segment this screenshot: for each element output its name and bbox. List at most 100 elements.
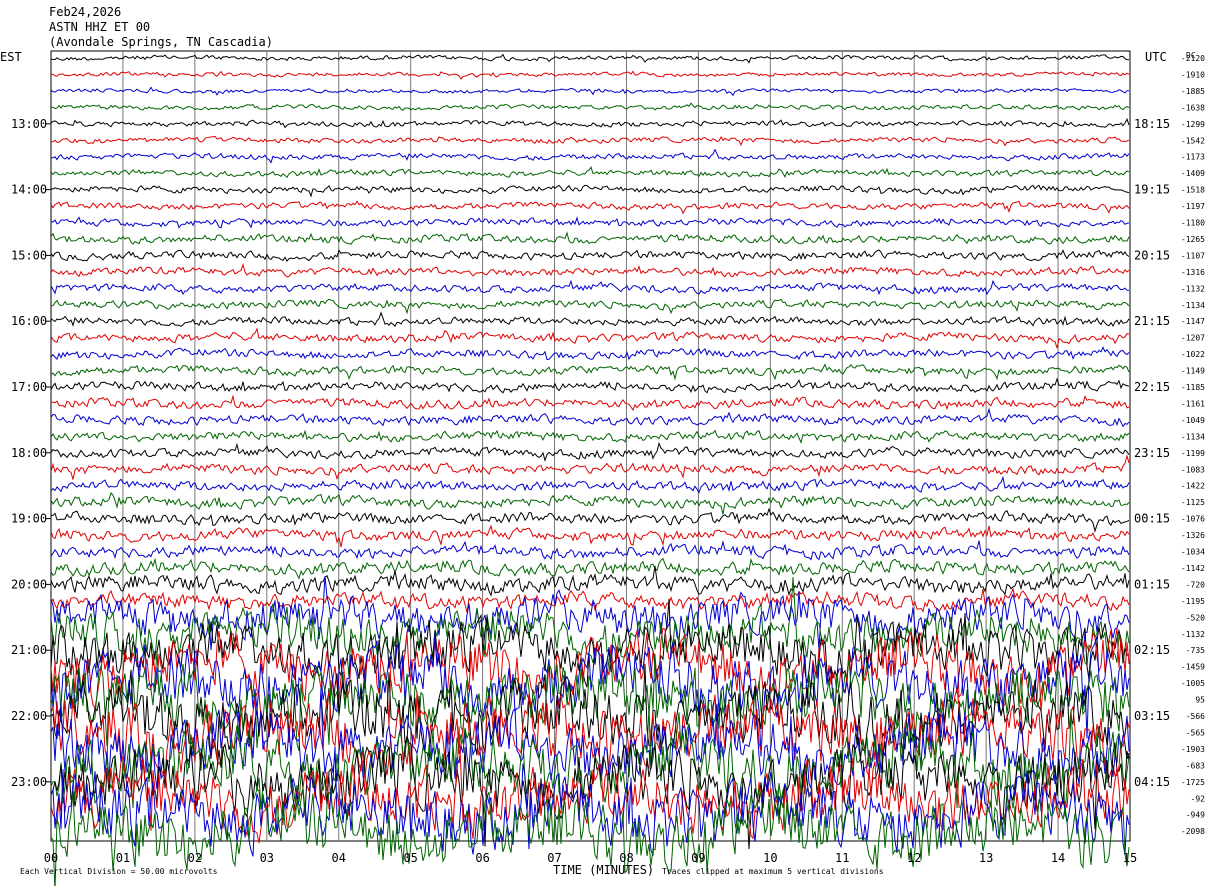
header-station: ASTN HHZ ET 00	[49, 20, 150, 34]
dc-offset-label: -92	[1191, 794, 1206, 803]
left-time-label: 13:00	[11, 117, 47, 131]
dc-offset-label: -565	[1186, 728, 1205, 737]
x-tick-label: 05	[403, 851, 417, 865]
right-time-label: 20:15	[1134, 248, 1170, 262]
right-time-label: 22:15	[1134, 380, 1170, 394]
left-time-label: 18:00	[11, 446, 47, 460]
dc-offset-label: -1725	[1181, 778, 1205, 787]
dc-offset-label: -1107	[1181, 251, 1205, 260]
x-tick-label: 01	[116, 851, 130, 865]
dc-offset-label: -1542	[1181, 136, 1205, 145]
dc-offset-label: -1265	[1181, 235, 1205, 244]
dc-offset-label: -1076	[1181, 515, 1205, 524]
header-date: Feb24,2026	[49, 5, 121, 19]
trace-row	[51, 441, 1130, 463]
dc-offset-label: -2098	[1181, 827, 1205, 836]
dc-offset-label: -720	[1186, 580, 1205, 589]
x-tick-label: 14	[1051, 851, 1065, 865]
trace-row	[51, 377, 1130, 394]
left-time-label: 16:00	[11, 314, 47, 328]
dc-offset-label: -949	[1186, 811, 1205, 820]
trace-row	[51, 184, 1130, 198]
dc-offset-label: -1326	[1181, 531, 1205, 540]
right-time-label: 00:15	[1134, 512, 1170, 526]
right-timezone-label: UTC	[1145, 50, 1167, 64]
trace-row	[51, 148, 1130, 164]
trace-row	[51, 454, 1130, 481]
right-time-labels: 18:15 19:15 20:15 21:15 22:15 23:15 00:15 01:15…	[1134, 117, 1170, 789]
x-tick-label: 15	[1123, 851, 1137, 865]
dc-offset-labels: -2120 -1910 -1885 -1638 -1299 -1542 -1173 -1409…	[1181, 54, 1205, 836]
dc-offset-label: -1316	[1181, 268, 1205, 277]
trace-row	[51, 587, 1130, 613]
trace-row	[51, 363, 1130, 381]
dc-offset-label: -1299	[1181, 120, 1205, 129]
trace-row	[51, 166, 1130, 179]
dc-offset-label: -1125	[1181, 498, 1205, 507]
dc-offset-label: -735	[1186, 646, 1205, 655]
left-time-labels: 13:00 14:00 15:00 16:00 17:00 18:00 19:00 20:00…	[11, 117, 51, 789]
right-time-label: 21:15	[1134, 314, 1170, 328]
dc-offset-label: -1132	[1181, 630, 1205, 639]
trace-row	[51, 311, 1130, 328]
left-time-label: 23:00	[11, 775, 47, 789]
x-tick-label: 04	[332, 851, 346, 865]
x-tick-label: 11	[835, 851, 849, 865]
dc-offset-label: -1422	[1181, 482, 1205, 491]
x-tick-label: 02	[188, 851, 202, 865]
trace-row	[51, 135, 1130, 147]
trace-row	[51, 102, 1130, 111]
trace-row	[51, 249, 1130, 262]
left-time-label: 21:00	[11, 643, 47, 657]
dc-offset-label: -1142	[1181, 564, 1205, 573]
dc-offset-label: -1005	[1181, 679, 1205, 688]
trace-row	[51, 429, 1130, 445]
trace-row	[51, 327, 1130, 349]
left-time-label: 22:00	[11, 709, 47, 723]
trace-row	[51, 216, 1130, 229]
dc-offset-label: -2120	[1181, 54, 1205, 63]
trace-row	[51, 394, 1130, 411]
trace-row	[51, 231, 1130, 246]
dc-offset-label: -1173	[1181, 153, 1205, 162]
x-axis-title: TIME (MINUTES)	[553, 863, 654, 877]
dc-offset-label: -1161	[1181, 399, 1205, 408]
dc-offset-label: -683	[1186, 761, 1205, 770]
dc-offset-label: -1034	[1181, 548, 1205, 557]
dc-offset-label: -1049	[1181, 416, 1205, 425]
trace-row	[51, 407, 1130, 428]
dc-offset-label: -1518	[1181, 186, 1205, 195]
trace-row	[51, 263, 1130, 278]
left-time-label: 20:00	[11, 577, 47, 591]
right-time-label: 23:15	[1134, 446, 1170, 460]
trace-row	[51, 557, 1130, 580]
trace-row	[51, 492, 1130, 515]
trace-row	[51, 565, 1130, 597]
right-time-label: 19:15	[1134, 183, 1170, 197]
left-time-label: 15:00	[11, 248, 47, 262]
trace-row	[51, 117, 1130, 129]
trace-row	[51, 53, 1130, 64]
x-tick-label: 00	[44, 851, 58, 865]
x-tick-label: 03	[260, 851, 274, 865]
dc-offset-label: -1885	[1181, 87, 1205, 96]
left-time-label: 17:00	[11, 380, 47, 394]
dc-offset-label: -520	[1186, 613, 1205, 622]
dc-offset-label: -566	[1186, 712, 1205, 721]
x-tick-label: 06	[475, 851, 489, 865]
trace-row	[51, 475, 1130, 494]
dc-offset-label: -1083	[1181, 465, 1205, 474]
right-time-label: 02:15	[1134, 643, 1170, 657]
dc-offset-label: -1409	[1181, 169, 1205, 178]
trace-row	[51, 298, 1130, 315]
dc-offset-label: -1903	[1181, 745, 1205, 754]
left-time-label: 14:00	[11, 183, 47, 197]
trace-row	[51, 279, 1130, 296]
helicorder-chart: Feb24,2026 ASTN HHZ ET 00 (Avondale Spri…	[0, 5, 1205, 886]
dc-offset-label: -1910	[1181, 70, 1205, 79]
right-time-label: 03:15	[1134, 709, 1170, 723]
dc-offset-label: -1638	[1181, 103, 1205, 112]
footer-left-note: Each Vertical Division = 50.00 microvolt…	[20, 867, 218, 876]
dc-offset-label: -1132	[1181, 284, 1205, 293]
trace-row	[51, 540, 1130, 561]
